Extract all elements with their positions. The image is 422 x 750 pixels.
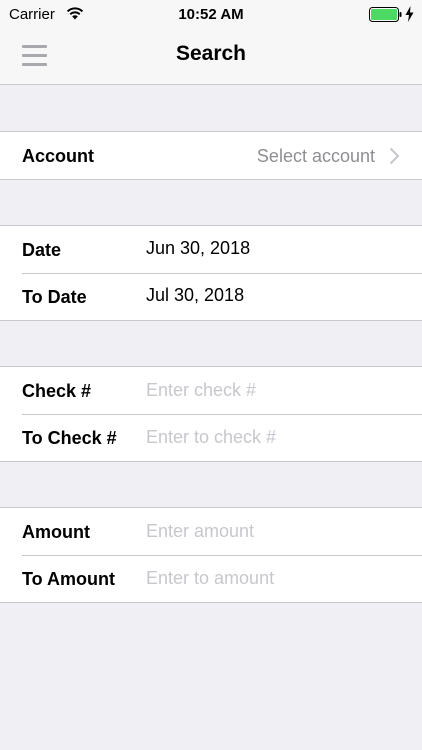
- check-section: Check # To Check #: [0, 366, 422, 462]
- to-date-label: To Date: [22, 287, 87, 307]
- check-label: Check #: [22, 381, 92, 401]
- to-amount-row: To Amount: [0, 555, 422, 602]
- navigation-bar: Search: [0, 30, 422, 85]
- account-value: Select account: [256, 146, 375, 166]
- account-section: Account Select account: [0, 131, 422, 180]
- charging-bolt-icon: [405, 6, 414, 22]
- to-amount-input[interactable]: [146, 565, 406, 591]
- amount-label: Amount: [22, 522, 90, 542]
- chevron-right-icon: [389, 147, 400, 165]
- check-row: Check #: [0, 367, 422, 414]
- page-title: Search: [175, 42, 247, 65]
- to-date-value[interactable]: Jul 30, 2018: [146, 285, 244, 306]
- amount-section: Amount To Amount: [0, 507, 422, 603]
- status-bar: Carrier 10:52 AM: [0, 0, 422, 30]
- clock-label: 10:52 AM: [178, 6, 244, 23]
- check-number-input[interactable]: [146, 377, 406, 403]
- date-section: Date Jun 30, 2018 To Date Jul 30, 2018: [0, 225, 422, 321]
- to-check-label: To Check #: [22, 428, 117, 448]
- date-row[interactable]: Date Jun 30, 2018: [0, 226, 422, 273]
- to-date-row[interactable]: To Date Jul 30, 2018: [0, 273, 422, 320]
- account-label: Account: [22, 146, 94, 166]
- amount-row: Amount: [0, 508, 422, 555]
- amount-input[interactable]: [146, 518, 406, 544]
- to-check-row: To Check #: [0, 414, 422, 461]
- to-check-number-input[interactable]: [146, 424, 406, 450]
- battery-icon: [369, 7, 402, 22]
- date-value[interactable]: Jun 30, 2018: [146, 238, 250, 259]
- to-amount-label: To Amount: [22, 569, 115, 589]
- account-row[interactable]: Account Select account: [0, 132, 422, 179]
- date-label: Date: [22, 240, 62, 260]
